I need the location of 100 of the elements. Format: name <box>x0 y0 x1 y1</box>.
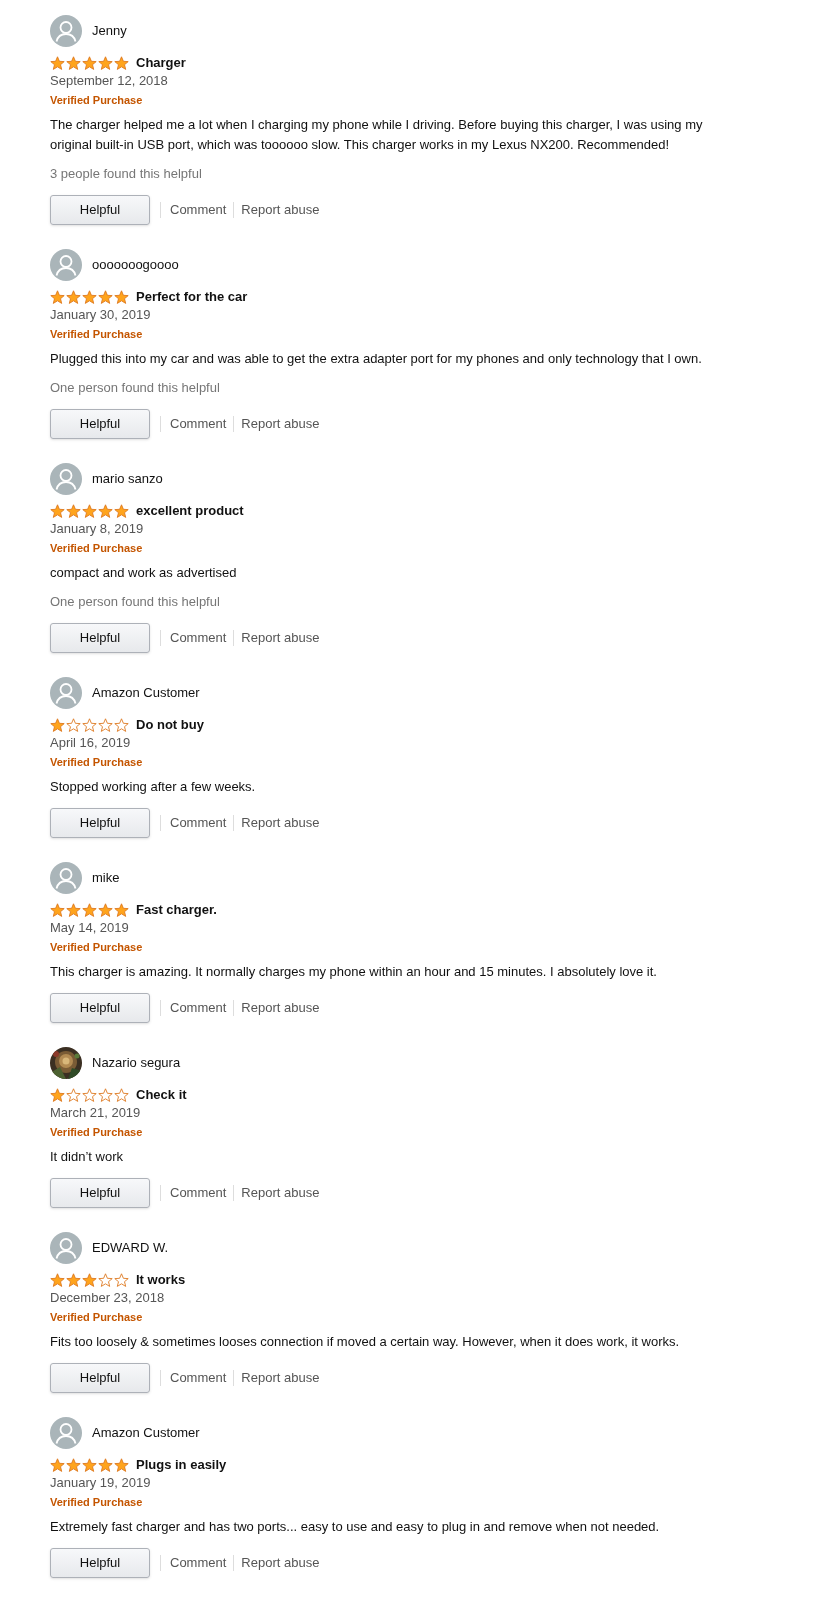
star-empty-icon <box>82 1087 97 1103</box>
review-title: Plugs in easily <box>136 1456 227 1475</box>
reviewer-name: mike <box>92 869 120 888</box>
star-filled-icon <box>66 503 81 519</box>
helpful-button[interactable]: Helpful <box>50 195 150 225</box>
helpful-button[interactable]: Helpful <box>50 993 150 1023</box>
avatar-icon <box>50 15 82 47</box>
verified-purchase-label: Verified Purchase <box>50 940 144 955</box>
verified-purchase-label: Verified Purchase <box>50 755 144 770</box>
avatar-icon <box>50 249 82 281</box>
star-filled-icon <box>114 503 129 519</box>
reviewer-name: Nazario segura <box>92 1054 181 1073</box>
reviewer-name: Jenny <box>92 22 127 41</box>
star-filled-icon <box>82 1457 97 1473</box>
star-filled-icon <box>50 1457 65 1473</box>
review-text: Stopped working after a few weeks. <box>50 778 257 796</box>
review-date: March 21, 2019 <box>50 1104 142 1122</box>
star-filled-icon <box>50 1272 65 1288</box>
review-date: May 14, 2019 <box>50 919 130 937</box>
reviewer-name: Amazon Customer <box>92 1424 200 1443</box>
helpful-count: One person found this helpful <box>50 593 221 611</box>
reviewer-name: ooooooogoooo <box>92 256 179 275</box>
report-abuse-link[interactable]: Report abuse <box>241 1368 320 1388</box>
avatar-icon <box>50 862 82 894</box>
star-filled-icon <box>50 902 65 918</box>
review-text: Extremely fast charger and has two ports... easy to use and easy to plug in and remove when not needed. <box>50 1518 661 1536</box>
star-filled-icon <box>98 1457 113 1473</box>
helpful-button[interactable]: Helpful <box>50 1363 150 1393</box>
star-empty-icon <box>82 717 97 733</box>
review-date: April 16, 2019 <box>50 734 132 752</box>
review-text: This charger is amazing. It normally charges my phone within an hour and 15 minutes. I absolutely love it. <box>50 963 658 981</box>
comment-link[interactable]: Comment <box>170 1553 227 1573</box>
report-abuse-link[interactable]: Report abuse <box>241 414 320 434</box>
star-filled-icon <box>50 289 65 305</box>
review-title: Charger <box>136 54 186 73</box>
verified-purchase-label: Verified Purchase <box>50 541 144 556</box>
review-text: Plugged this into my car and was able to get the extra adapter port for my phones and only technology that I own. <box>50 350 703 368</box>
star-filled-icon <box>114 902 129 918</box>
review-text: Fits too loosely & sometimes looses connection if moved a certain way. However, when it does work, it works. <box>50 1333 681 1351</box>
comment-link[interactable]: Comment <box>170 998 227 1018</box>
star-filled-icon <box>82 289 97 305</box>
review-date: January 19, 2019 <box>50 1474 152 1492</box>
helpful-button[interactable]: Helpful <box>50 409 150 439</box>
helpful-count: One person found this helpful <box>50 379 221 397</box>
review-text: compact and work as advertised <box>50 564 238 582</box>
review-title: Check it <box>136 1086 187 1105</box>
comment-link[interactable]: Comment <box>170 414 227 434</box>
review-date: January 8, 2019 <box>50 520 145 538</box>
star-empty-icon <box>98 717 113 733</box>
avatar-icon <box>50 1417 82 1449</box>
star-empty-icon <box>114 717 129 733</box>
star-filled-icon <box>50 1087 65 1103</box>
verified-purchase-label: Verified Purchase <box>50 93 144 108</box>
avatar-icon <box>50 677 82 709</box>
report-abuse-link[interactable]: Report abuse <box>241 998 320 1018</box>
star-empty-icon <box>98 1272 113 1288</box>
report-abuse-link[interactable]: Report abuse <box>241 200 320 220</box>
comment-link[interactable]: Comment <box>170 1183 227 1203</box>
star-filled-icon <box>98 289 113 305</box>
star-filled-icon <box>50 503 65 519</box>
reviewer-name: Amazon Customer <box>92 684 200 703</box>
star-filled-icon <box>50 717 65 733</box>
review-title: It works <box>136 1271 186 1290</box>
helpful-count: 3 people found this helpful <box>50 165 203 183</box>
helpful-button[interactable]: Helpful <box>50 1548 150 1578</box>
comment-link[interactable]: Comment <box>170 1368 227 1388</box>
star-filled-icon <box>114 289 129 305</box>
star-empty-icon <box>66 1087 81 1103</box>
star-filled-icon <box>66 902 81 918</box>
star-filled-icon <box>66 289 81 305</box>
star-filled-icon <box>82 503 97 519</box>
comment-link[interactable]: Comment <box>170 813 227 833</box>
verified-purchase-label: Verified Purchase <box>50 327 144 342</box>
verified-purchase-label: Verified Purchase <box>50 1125 144 1140</box>
star-filled-icon <box>50 55 65 71</box>
star-filled-icon <box>98 55 113 71</box>
review-text: The charger helped me a lot when I charging my phone while I driving. Before buying this charger, I was using my original built-in USB port, which was toooooo slow. This charger works in my Lexus NX200. Recommended! <box>50 116 704 154</box>
comment-link[interactable]: Comment <box>170 628 227 648</box>
verified-purchase-label: Verified Purchase <box>50 1495 144 1510</box>
star-empty-icon <box>114 1272 129 1288</box>
star-filled-icon <box>66 55 81 71</box>
star-empty-icon <box>66 717 81 733</box>
star-filled-icon <box>82 902 97 918</box>
review-date: September 12, 2018 <box>50 72 169 90</box>
review-date: December 23, 2018 <box>50 1289 166 1307</box>
helpful-button[interactable]: Helpful <box>50 808 150 838</box>
review-text: It didn’t work <box>50 1148 124 1166</box>
review-date: January 30, 2019 <box>50 306 152 324</box>
reviewer-name: EDWARD W. <box>92 1239 169 1258</box>
avatar-icon <box>50 1232 82 1264</box>
helpful-button[interactable]: Helpful <box>50 1178 150 1208</box>
report-abuse-link[interactable]: Report abuse <box>241 1553 320 1573</box>
report-abuse-link[interactable]: Report abuse <box>241 813 320 833</box>
star-filled-icon <box>98 902 113 918</box>
report-abuse-link[interactable]: Report abuse <box>241 628 320 648</box>
report-abuse-link[interactable]: Report abuse <box>241 1183 320 1203</box>
star-empty-icon <box>114 1087 129 1103</box>
comment-link[interactable]: Comment <box>170 200 227 220</box>
star-filled-icon <box>98 503 113 519</box>
helpful-button[interactable]: Helpful <box>50 623 150 653</box>
